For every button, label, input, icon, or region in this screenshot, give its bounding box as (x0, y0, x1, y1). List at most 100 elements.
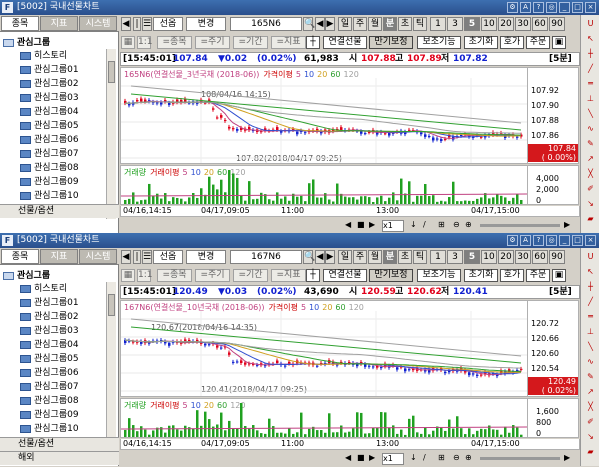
list-item[interactable]: 관심그룹05 (20, 351, 79, 364)
settings-icon[interactable]: ⚙ (507, 235, 518, 246)
price-chart[interactable]: 165N6(연결선물_3년국채 (2018-06)) 가격이평 5 10 20 60 120… (120, 67, 528, 164)
zoom-in-icon[interactable]: ⊕ (465, 220, 475, 232)
list-item[interactable]: 히스토리 (20, 281, 67, 294)
draw-tool-icon[interactable]: ╱ (583, 62, 598, 76)
draw-tool-icon[interactable]: ═ (583, 77, 598, 91)
draw-tool-icon[interactable]: ✎ (583, 370, 598, 384)
close-button[interactable]: × (585, 235, 596, 246)
order-button[interactable]: 주문 (526, 36, 550, 49)
list-item[interactable]: 관심그룹07 (20, 146, 79, 159)
period-5[interactable]: 틱 (413, 250, 427, 264)
period-0[interactable]: 일 (338, 17, 352, 31)
link-icon[interactable]: ◎ (546, 235, 557, 246)
period-4[interactable]: 초 (398, 17, 412, 31)
mode-select[interactable]: 변경 (186, 250, 226, 264)
draw-tool-icon[interactable]: U (583, 250, 598, 264)
close-button[interactable]: × (585, 2, 596, 13)
list-item[interactable]: 관심그룹09 (20, 407, 79, 420)
draw-tool-icon[interactable]: ⊥ (583, 92, 598, 106)
list-item[interactable]: 관심그룹01 (20, 62, 79, 75)
volume-chart[interactable]: 거래량 거래이평 5 10 20 60 120 (120, 398, 528, 438)
bottom-group[interactable]: 선물/옵션 (0, 204, 119, 218)
zoom-select[interactable]: x1 (382, 453, 404, 465)
prev-code-icon[interactable]: ◀ (315, 17, 325, 31)
zoom-slider[interactable] (480, 457, 560, 460)
zoom-out-icon[interactable]: ⊖ (453, 220, 463, 232)
help-icon[interactable]: ? (533, 235, 544, 246)
expiry-adjust-button[interactable]: 만기보정 (369, 269, 413, 282)
num-1[interactable]: 3 (447, 250, 463, 264)
draw-tool-icon[interactable]: ↗ (583, 385, 598, 399)
num-6[interactable]: 60 (532, 250, 548, 264)
num-1[interactable]: 3 (447, 17, 463, 31)
period-button[interactable]: =주기 (195, 269, 230, 282)
end-icon[interactable]: ▶ (564, 453, 574, 465)
order-button[interactable]: 주문 (526, 269, 550, 282)
quote-button[interactable]: 호가 (500, 269, 524, 282)
draw-tool-icon[interactable]: ═ (583, 310, 598, 324)
grid-toggle-icon[interactable]: ⊞ (438, 453, 448, 465)
maximize-button[interactable]: □ (572, 2, 583, 13)
item-button[interactable]: =종목 (157, 36, 192, 49)
num-2[interactable]: 5 (464, 17, 480, 31)
num-5[interactable]: 30 (515, 250, 531, 264)
list-item[interactable]: 관심그룹03 (20, 323, 79, 336)
list-item[interactable]: 관심그룹10 (20, 188, 79, 201)
minimize-button[interactable]: _ (559, 2, 570, 13)
indicator-button[interactable]: =지표 (271, 269, 306, 282)
settings-icon[interactable]: ⚙ (507, 2, 518, 13)
stop-icon[interactable]: ■ (357, 220, 367, 232)
period-0[interactable]: 일 (338, 250, 352, 264)
list-item[interactable]: 관심그룹08 (20, 393, 79, 406)
num-0[interactable]: 1 (430, 250, 446, 264)
volume-chart[interactable]: 거래량 거래이평 5 10 20 60 120 (120, 165, 528, 205)
end-icon[interactable]: ▶ (564, 220, 574, 232)
next-code-icon[interactable]: ▶ (325, 250, 335, 264)
num-4[interactable]: 20 (498, 17, 514, 31)
period-1[interactable]: 주 (353, 250, 367, 264)
period-1[interactable]: 주 (353, 17, 367, 31)
expiry-adjust-button[interactable]: 만기보정 (369, 36, 413, 49)
scroll-right-icon[interactable]: ▶ (369, 220, 379, 232)
draw-tool-icon[interactable]: ╱ (583, 295, 598, 309)
zoom-out-icon[interactable]: ⊖ (453, 453, 463, 465)
one-one-icon[interactable]: 1:1 (137, 269, 152, 282)
tab-3[interactable]: 시스템 (79, 249, 117, 264)
font-icon[interactable]: A (520, 235, 531, 246)
draw-tool-icon[interactable]: ▰ (583, 212, 598, 226)
list-item[interactable]: 관심그룹08 (20, 160, 79, 173)
list-icon[interactable]: ☰ (142, 17, 152, 31)
help-icon[interactable]: ? (533, 2, 544, 13)
search-icon[interactable]: 🔍 (303, 17, 315, 31)
expand-icon[interactable]: ▣ (552, 36, 566, 49)
minimize-button[interactable]: _ (559, 235, 570, 246)
down-icon[interactable]: ↓ (410, 453, 420, 465)
code-input[interactable]: 165N6 (230, 17, 302, 31)
list-item[interactable]: 관심그룹03 (20, 90, 79, 103)
draw-tool-icon[interactable]: ↘ (583, 430, 598, 444)
draw-tool-icon[interactable]: ↘ (583, 197, 598, 211)
scrollbar-thumb[interactable] (108, 61, 115, 83)
reset-button[interactable]: 초기화 (464, 36, 498, 49)
list-item[interactable]: 관심그룹05 (20, 118, 79, 131)
tab-1[interactable]: 종목 (1, 249, 39, 264)
range-button[interactable]: =기간 (233, 269, 268, 282)
divider-icon[interactable]: | (133, 17, 141, 31)
quote-button[interactable]: 호가 (500, 36, 524, 49)
crosshair-icon[interactable]: ┼ (306, 36, 320, 49)
list-item[interactable]: 관심그룹04 (20, 104, 79, 117)
zoom-in-icon[interactable]: ⊕ (465, 453, 475, 465)
line-icon[interactable]: / (423, 453, 433, 465)
next-code-icon[interactable]: ▶ (325, 17, 335, 31)
tab-3[interactable]: 시스템 (79, 16, 117, 31)
draw-tool-icon[interactable]: ╳ (583, 400, 598, 414)
num-3[interactable]: 10 (481, 250, 497, 264)
reset-button[interactable]: 초기화 (464, 269, 498, 282)
num-5[interactable]: 30 (515, 17, 531, 31)
draw-tool-icon[interactable]: ┼ (583, 280, 598, 294)
draw-tool-icon[interactable]: ✐ (583, 182, 598, 196)
crosshair-icon[interactable]: ┼ (306, 269, 320, 282)
aux-function-button[interactable]: 보조기능 (417, 269, 461, 282)
tab-1[interactable]: 종목 (1, 16, 39, 31)
grid-icon[interactable]: ▦ (121, 36, 135, 49)
